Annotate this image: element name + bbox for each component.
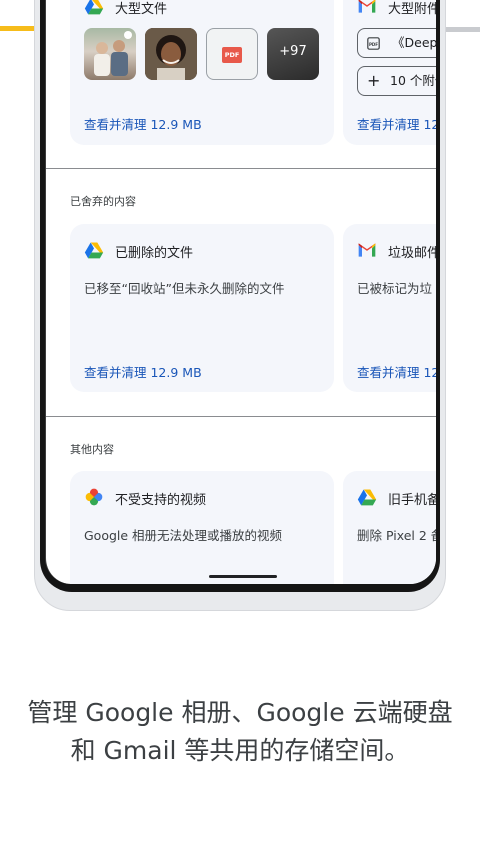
google-drive-icon <box>357 489 377 506</box>
old-phone-backup-desc: 删除 Pixel 2 备 <box>357 528 436 543</box>
section-divider <box>46 416 436 417</box>
attachment-chip-pdf[interactable]: PDF 《Deep <box>357 28 436 58</box>
unsupported-videos-card[interactable]: 不受支持的视频 Google 相册无法处理或播放的视频 <box>70 471 334 584</box>
phone-screen: 大型文件 PDF +97 查看并清理 12.9 MB 大型附件 PDF 《Dee… <box>45 0 436 584</box>
large-attachments-title: 大型附件 <box>388 2 436 17</box>
deleted-files-desc: 已移至“回收站”但未永久删除的文件 <box>84 281 285 296</box>
spam-desc: 已被标记为垃 <box>357 281 433 296</box>
thumbnail-photo-portrait[interactable] <box>145 28 197 80</box>
more-count: +97 <box>279 44 307 59</box>
gmail-icon <box>358 0 376 13</box>
pdf-icon: PDF <box>222 47 242 63</box>
thumbnail-photo-people[interactable] <box>84 28 136 80</box>
spam-title: 垃圾邮件 <box>388 246 436 261</box>
large-attachments-card[interactable]: 大型附件 PDF 《Deep + 10 个附件 查看并清理 12 <box>343 0 436 145</box>
section-divider <box>46 168 436 169</box>
home-indicator[interactable] <box>209 575 277 578</box>
plus-icon: + <box>367 71 381 90</box>
thumbnail-more[interactable]: +97 <box>267 28 319 80</box>
spam-clean-link[interactable]: 查看并清理 12 <box>357 362 436 381</box>
large-files-clean-link[interactable]: 查看并清理 12.9 MB <box>84 114 202 133</box>
large-files-card[interactable]: 大型文件 PDF +97 查看并清理 12.9 MB <box>70 0 334 145</box>
google-drive-icon <box>84 0 104 15</box>
large-files-title: 大型文件 <box>115 2 168 17</box>
pdf-icon: PDF <box>367 37 380 50</box>
deleted-files-card[interactable]: 已删除的文件 已移至“回收站”但未永久删除的文件 查看并清理 12.9 MB <box>70 224 334 392</box>
thumbnail-pdf[interactable]: PDF <box>206 28 258 80</box>
attachment-chip-count-label: 10 个附件 <box>390 73 436 88</box>
google-photos-icon <box>85 488 103 506</box>
unsupported-videos-title: 不受支持的视频 <box>115 493 207 508</box>
large-attachments-clean-link[interactable]: 查看并清理 12 <box>357 114 436 133</box>
spam-card[interactable]: 垃圾邮件 已被标记为垃 查看并清理 12 <box>343 224 436 392</box>
caption-line-1: 管理 Google 相册、Google 云端硬盘 <box>27 698 453 727</box>
old-phone-backup-card[interactable]: 旧手机备 删除 Pixel 2 备 <box>343 471 436 584</box>
google-drive-icon <box>84 242 104 259</box>
svg-text:PDF: PDF <box>369 42 378 47</box>
old-phone-backup-title: 旧手机备 <box>388 493 436 508</box>
section-label-abandoned: 已舍弃的内容 <box>70 195 136 208</box>
deleted-files-clean-link[interactable]: 查看并清理 12.9 MB <box>84 362 202 381</box>
attachment-chip-count[interactable]: + 10 个附件 <box>357 66 436 96</box>
caption-line-2: 和 Gmail 等共用的存储空间。 <box>70 736 410 765</box>
section-label-other: 其他内容 <box>70 443 114 456</box>
deleted-files-title: 已删除的文件 <box>115 246 194 261</box>
gmail-icon <box>358 243 376 257</box>
unsupported-videos-desc: Google 相册无法处理或播放的视频 <box>84 528 283 543</box>
attachment-chip-pdf-label: 《Deep <box>392 35 436 50</box>
